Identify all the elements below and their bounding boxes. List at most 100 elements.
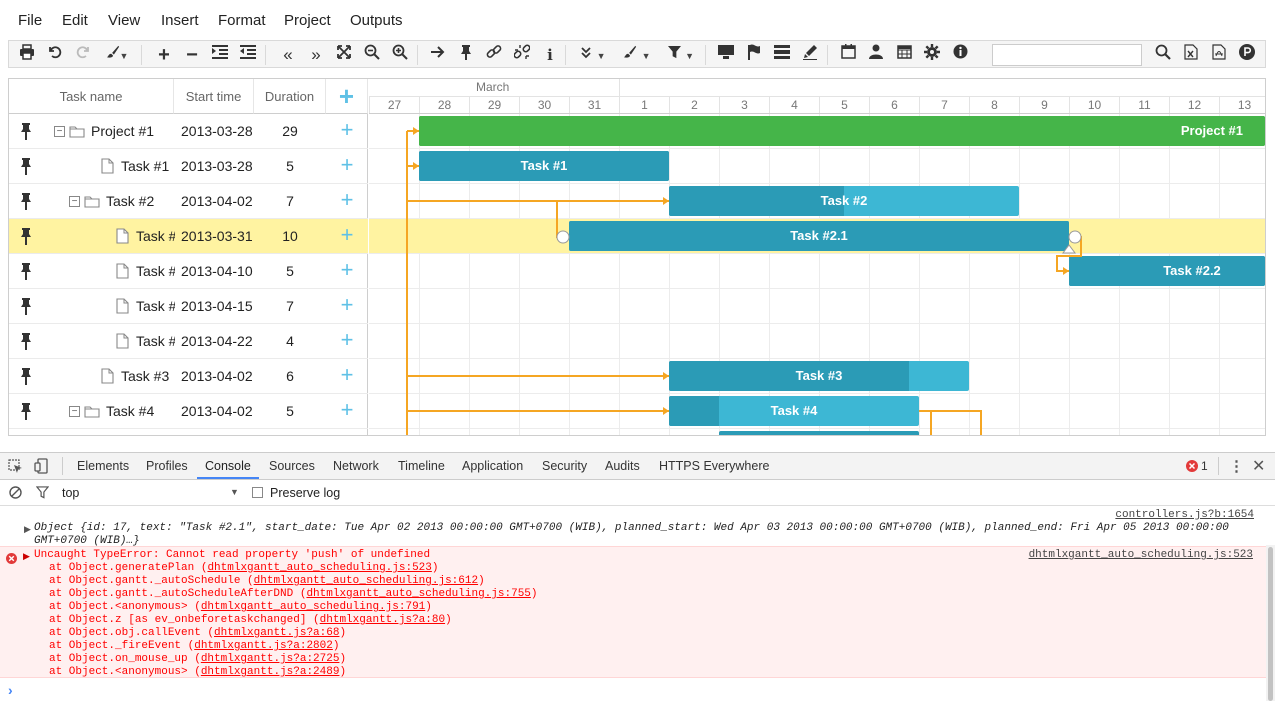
- add-subtask-button[interactable]: +: [339, 399, 355, 421]
- link-icon[interactable]: [483, 44, 505, 66]
- task-row[interactable]: Task #1 2013-03-28 5 +: [9, 149, 368, 184]
- tab-audits[interactable]: Audits: [605, 459, 640, 473]
- stack-frame-link[interactable]: dhtmlxgantt_auto_scheduling.js:523: [207, 562, 431, 574]
- redo-icon[interactable]: [72, 44, 94, 66]
- pin-icon[interactable]: [19, 122, 33, 140]
- expand-icon[interactable]: »: [305, 44, 327, 66]
- expand-object-icon[interactable]: ▶: [24, 524, 31, 535]
- add-subtask-button[interactable]: +: [339, 119, 355, 141]
- task-start-time[interactable]: 2013-03-28: [181, 149, 256, 184]
- pin-icon[interactable]: [19, 297, 33, 315]
- tab-security[interactable]: Security: [542, 459, 587, 473]
- marker-icon[interactable]: [799, 44, 821, 66]
- task-bar[interactable]: Task #4: [669, 396, 919, 426]
- task-name[interactable]: Task #2.1: [136, 219, 175, 254]
- console-scrollbar-thumb[interactable]: [1268, 547, 1273, 701]
- calendar-grid-icon[interactable]: [893, 44, 915, 66]
- info-icon[interactable]: i: [539, 44, 561, 66]
- task-bar[interactable]: Task #2: [669, 186, 1019, 216]
- task-duration[interactable]: 5: [254, 149, 326, 184]
- task-start-time[interactable]: 2013-04-15: [181, 289, 256, 324]
- add-subtask-button[interactable]: +: [339, 189, 355, 211]
- task-row[interactable]: − Project #1 2013-03-28 29 +: [9, 114, 368, 149]
- excel-icon[interactable]: [1180, 44, 1202, 66]
- pin-icon[interactable]: [19, 332, 33, 350]
- task-row[interactable]: Task #2.12013-03-3110 +: [9, 219, 368, 254]
- add-subtask-button[interactable]: +: [339, 294, 355, 316]
- task-start-time[interactable]: 2013-04-02: [181, 394, 256, 429]
- tab-application[interactable]: Application: [462, 459, 523, 473]
- plus-icon[interactable]: +: [153, 44, 175, 66]
- task-duration[interactable]: 5: [254, 254, 326, 289]
- flag-icon[interactable]: [743, 44, 765, 66]
- task-start-time[interactable]: 2013-04-10: [181, 254, 256, 289]
- task-duration[interactable]: 6: [254, 359, 326, 394]
- add-subtask-button[interactable]: +: [339, 259, 355, 281]
- column-header-task-name[interactable]: Task name: [9, 79, 174, 114]
- person-icon[interactable]: [865, 44, 887, 66]
- task-row[interactable]: − Task #4 2013-04-02 5 +: [9, 394, 368, 429]
- tab-console[interactable]: Console: [205, 459, 251, 473]
- unlink-icon[interactable]: [511, 44, 533, 66]
- collapse-toggle-icon[interactable]: −: [69, 196, 80, 207]
- expand-error-icon[interactable]: ▶: [23, 551, 30, 562]
- menu-project[interactable]: Project: [284, 12, 331, 29]
- pin-icon[interactable]: [19, 262, 33, 280]
- tab-elements[interactable]: Elements: [77, 459, 129, 473]
- chevrons-down-dropdown[interactable]: ▼: [575, 44, 611, 66]
- search-icon[interactable]: [1152, 44, 1174, 66]
- fullscreen-icon[interactable]: [333, 44, 355, 66]
- outdent-icon[interactable]: [237, 44, 259, 66]
- collapse-toggle-icon[interactable]: −: [69, 406, 80, 417]
- task-duration[interactable]: 7: [254, 184, 326, 219]
- undo-icon[interactable]: [44, 44, 66, 66]
- pin-icon[interactable]: [455, 44, 477, 66]
- tab-https-everywhere[interactable]: HTTPS Everywhere: [659, 459, 769, 473]
- task-duration[interactable]: 5: [254, 394, 326, 429]
- error-count[interactable]: 1: [1201, 459, 1208, 473]
- log-source-link[interactable]: controllers.js?b:1654: [1115, 509, 1254, 521]
- pin-icon[interactable]: [19, 227, 33, 245]
- stack-frame-link[interactable]: dhtmlxgantt.js?a:2725: [201, 653, 340, 665]
- menu-insert[interactable]: Insert: [161, 12, 199, 29]
- task-name[interactable]: Task #2.2: [136, 254, 175, 289]
- context-selector[interactable]: top: [62, 486, 79, 500]
- menu-outputs[interactable]: Outputs: [350, 12, 403, 29]
- filter-dropdown[interactable]: ▼: [663, 44, 699, 66]
- pin-icon[interactable]: [19, 402, 33, 420]
- menu-format[interactable]: Format: [218, 12, 266, 29]
- tab-network[interactable]: Network: [333, 459, 379, 473]
- clear-console-icon[interactable]: [9, 486, 22, 504]
- arrow-right-icon[interactable]: [427, 44, 449, 66]
- inspect-element-icon[interactable]: [8, 459, 23, 479]
- task-name[interactable]: Task #2: [106, 184, 175, 219]
- layout-icon[interactable]: [771, 44, 793, 66]
- add-subtask-button[interactable]: +: [339, 364, 355, 386]
- dependency-link[interactable]: [919, 410, 932, 436]
- task-bar[interactable]: Project #1: [419, 116, 1265, 146]
- task-row[interactable]: Task #3 2013-04-02 6 +: [9, 359, 368, 394]
- task-name[interactable]: Task #2.3: [136, 289, 175, 324]
- task-start-time[interactable]: 2013-04-22: [181, 324, 256, 359]
- kebab-menu-icon[interactable]: ⋮: [1229, 457, 1244, 475]
- pin-icon[interactable]: [19, 157, 33, 175]
- task-row[interactable]: Task #2.42013-04-224 +: [9, 324, 368, 359]
- dependency-link[interactable]: [919, 410, 982, 436]
- print-icon[interactable]: [16, 44, 38, 66]
- collapse-icon[interactable]: «: [277, 44, 299, 66]
- gear-icon[interactable]: [921, 44, 943, 66]
- indent-icon[interactable]: [209, 44, 231, 66]
- column-header-start-time[interactable]: Start time: [174, 79, 254, 114]
- tab-profiles[interactable]: Profiles: [146, 459, 188, 473]
- collapse-toggle-icon[interactable]: −: [54, 126, 65, 137]
- log-object-text-line1[interactable]: Object {id: 17, text: "Task #2.1", start…: [34, 522, 1229, 534]
- menu-view[interactable]: View: [108, 12, 140, 29]
- tab-sources[interactable]: Sources: [269, 459, 315, 473]
- brush-dropdown[interactable]: ▼: [100, 44, 134, 66]
- p-circle-icon[interactable]: [1236, 44, 1258, 66]
- menu-file[interactable]: File: [18, 12, 42, 29]
- task-duration[interactable]: 10: [254, 219, 326, 254]
- preserve-log-checkbox[interactable]: [252, 487, 263, 498]
- add-task-header-button[interactable]: +: [326, 79, 368, 114]
- task-name[interactable]: Task #3: [121, 359, 175, 394]
